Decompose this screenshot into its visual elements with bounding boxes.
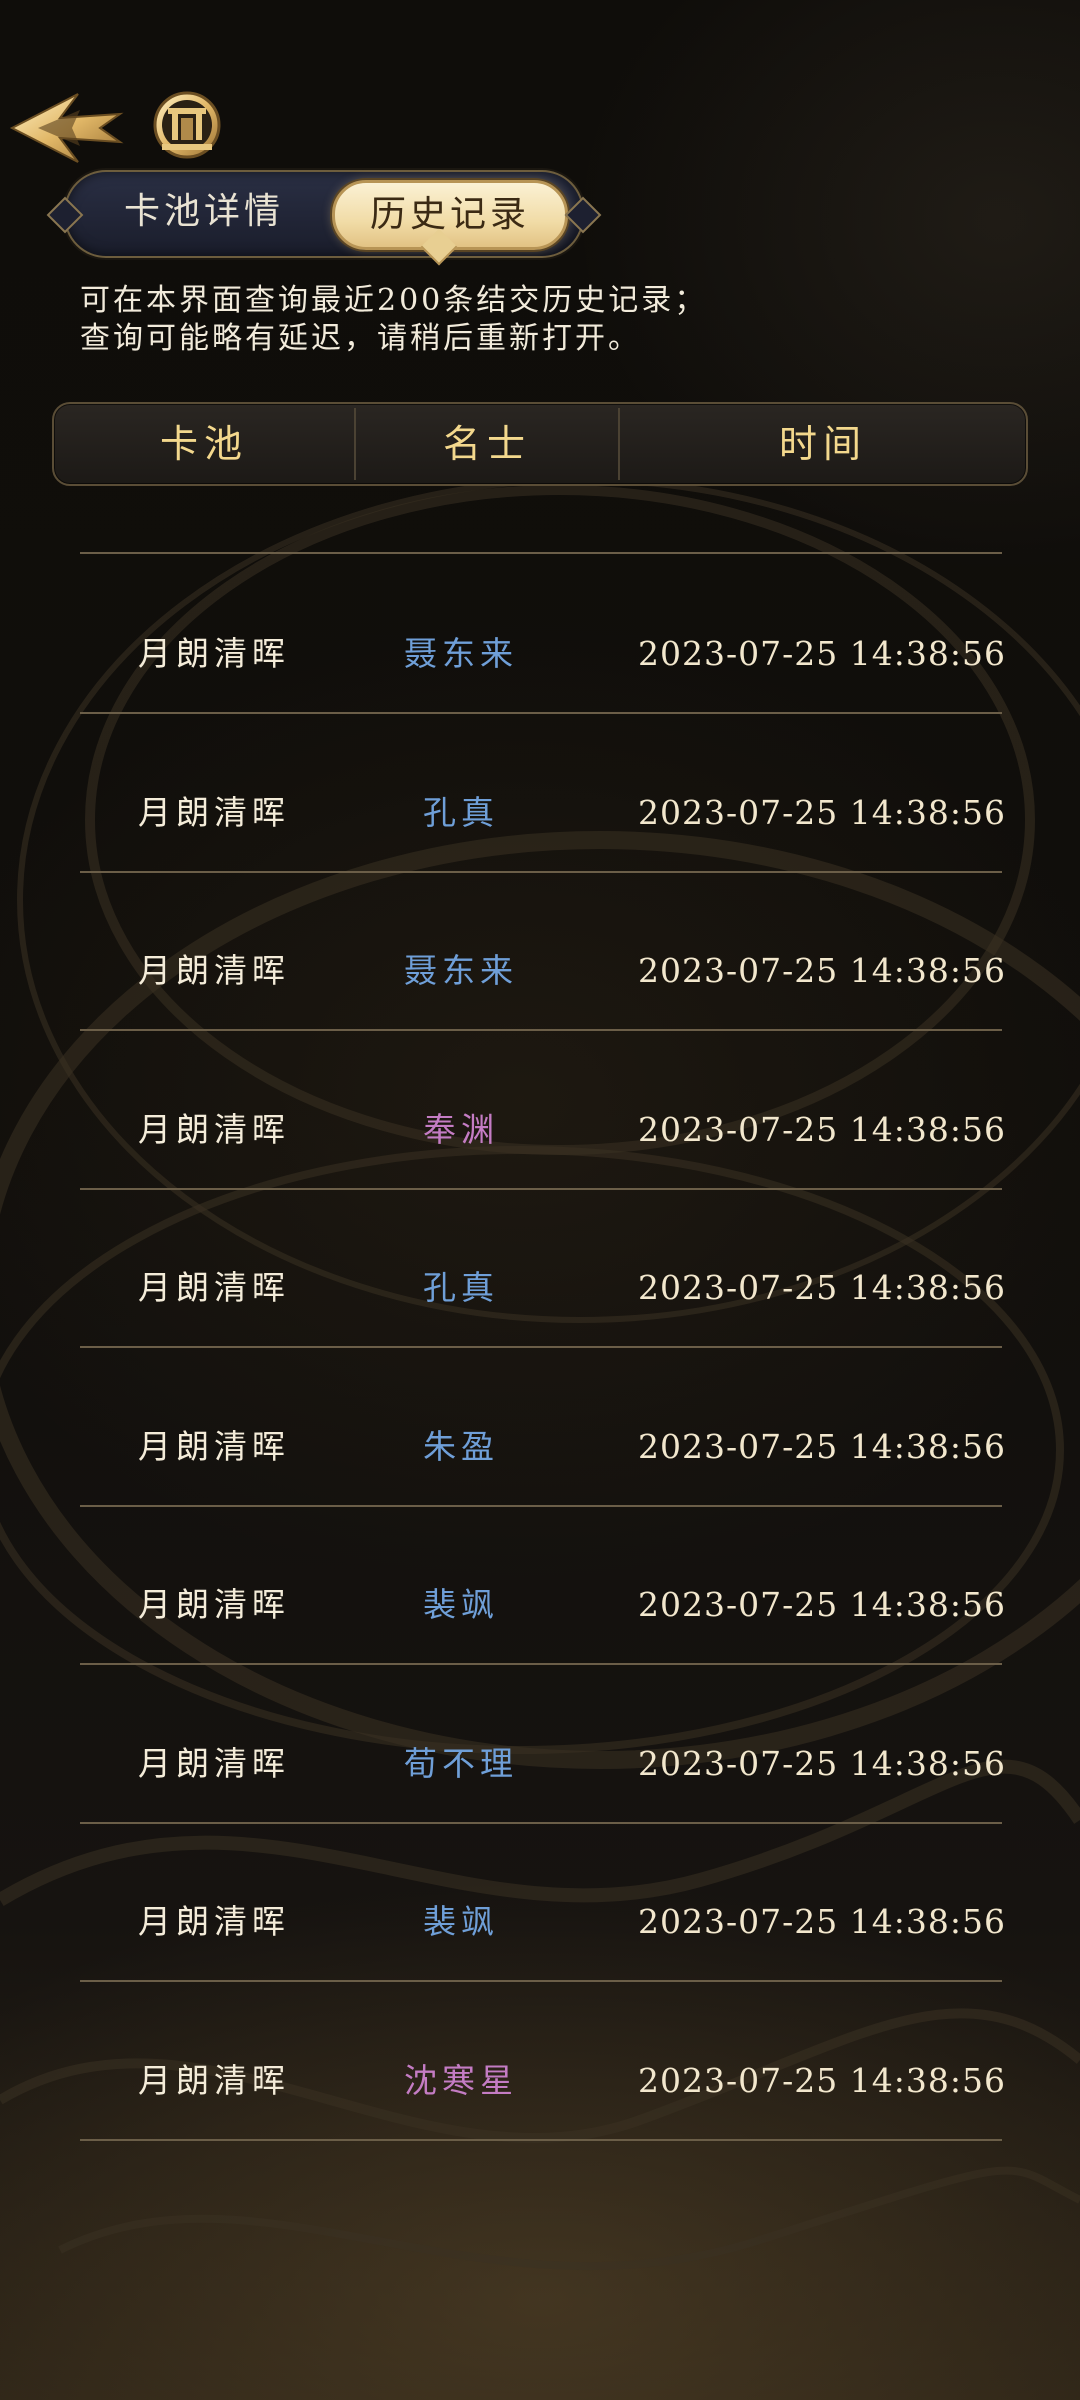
row-character-name: 孔真 xyxy=(423,1268,499,1307)
back-arrow-icon[interactable] xyxy=(8,88,124,168)
row-pool-name: 月朗清晖 xyxy=(138,1585,290,1624)
history-notice: 可在本界面查询最近200条结交历史记录； 查询可能略有延迟，请稍后重新打开。 xyxy=(80,282,880,358)
row-timestamp: 2023-07-25 14:38:56 xyxy=(638,1743,1006,1783)
header-pool: 卡池 xyxy=(159,422,248,466)
row-pool-name: 月朗清晖 xyxy=(138,2060,290,2100)
row-pool-name: 月朗清晖 xyxy=(138,1902,290,1941)
row-character-name: 荀不理 xyxy=(404,1743,518,1783)
row-timestamp: 2023-07-25 14:38:56 xyxy=(638,792,1006,832)
header-character: 名士 xyxy=(442,422,531,466)
home-gate-icon[interactable] xyxy=(150,88,224,162)
table-row: 月朗清晖 朱盈 2023-07-25 14:38:56 xyxy=(80,1347,1006,1507)
row-character-name: 聂东来 xyxy=(404,634,518,673)
row-timestamp: 2023-07-25 14:38:56 xyxy=(638,1109,1006,1149)
header-time: 时间 xyxy=(778,422,867,466)
row-character-name: 孔真 xyxy=(423,792,499,832)
row-pool-name: 月朗清晖 xyxy=(138,951,290,990)
row-timestamp: 2023-07-25 14:38:56 xyxy=(638,951,1006,990)
row-character-name: 奉渊 xyxy=(423,1109,499,1149)
row-timestamp: 2023-07-25 14:38:56 xyxy=(638,1426,1006,1466)
row-character-name: 裴飒 xyxy=(423,1902,499,1941)
table-row: 月朗清晖 孔真 2023-07-25 14:38:56 xyxy=(80,1188,1006,1348)
row-pool-name: 月朗清晖 xyxy=(138,1743,290,1783)
row-pool-name: 月朗清晖 xyxy=(138,634,290,673)
tab-pool-details[interactable]: 卡池详情 xyxy=(94,180,314,244)
table-row: 月朗清晖 奉渊 2023-07-25 14:38:56 xyxy=(80,1030,1006,1190)
row-timestamp: 2023-07-25 14:38:56 xyxy=(638,1585,1006,1624)
row-timestamp: 2023-07-25 14:38:56 xyxy=(638,1268,1006,1307)
table-row: 月朗清晖 沈寒星 2023-07-25 14:38:56 xyxy=(80,1981,1006,2141)
row-character-name: 裴飒 xyxy=(423,1585,499,1624)
table-row: 月朗清晖 裴飒 2023-07-25 14:38:56 xyxy=(80,1822,1006,1982)
table-row: 月朗清晖 荀不理 2023-07-25 14:38:56 xyxy=(80,1664,1006,1824)
table-row: 月朗清晖 孔真 2023-07-25 14:38:56 xyxy=(80,713,1006,873)
row-pool-name: 月朗清晖 xyxy=(138,792,290,832)
notice-line-2: 查询可能略有延迟，请稍后重新打开。 xyxy=(80,321,641,356)
row-timestamp: 2023-07-25 14:38:56 xyxy=(638,634,1006,673)
row-timestamp: 2023-07-25 14:38:56 xyxy=(638,1902,1006,1941)
table-header: 卡池 名士 时间 xyxy=(52,402,1028,486)
row-timestamp: 2023-07-25 14:38:56 xyxy=(638,2060,1006,2100)
table-row: 月朗清晖 聂东来 2023-07-25 14:38:56 xyxy=(80,554,1006,714)
row-pool-name: 月朗清晖 xyxy=(138,1268,290,1307)
row-pool-name: 月朗清晖 xyxy=(138,1426,290,1466)
table-row: 月朗清晖 聂东来 2023-07-25 14:38:56 xyxy=(80,871,1006,1031)
tab-bar: 卡池详情 历史记录 xyxy=(64,170,584,258)
row-character-name: 聂东来 xyxy=(404,951,518,990)
row-character-name: 朱盈 xyxy=(423,1426,499,1466)
row-character-name: 沈寒星 xyxy=(404,2060,518,2100)
table-row: 月朗清晖 裴飒 2023-07-25 14:38:56 xyxy=(80,1505,1006,1665)
row-pool-name: 月朗清晖 xyxy=(138,1109,290,1149)
notice-line-1: 可在本界面查询最近200条结交历史记录； xyxy=(80,283,708,318)
